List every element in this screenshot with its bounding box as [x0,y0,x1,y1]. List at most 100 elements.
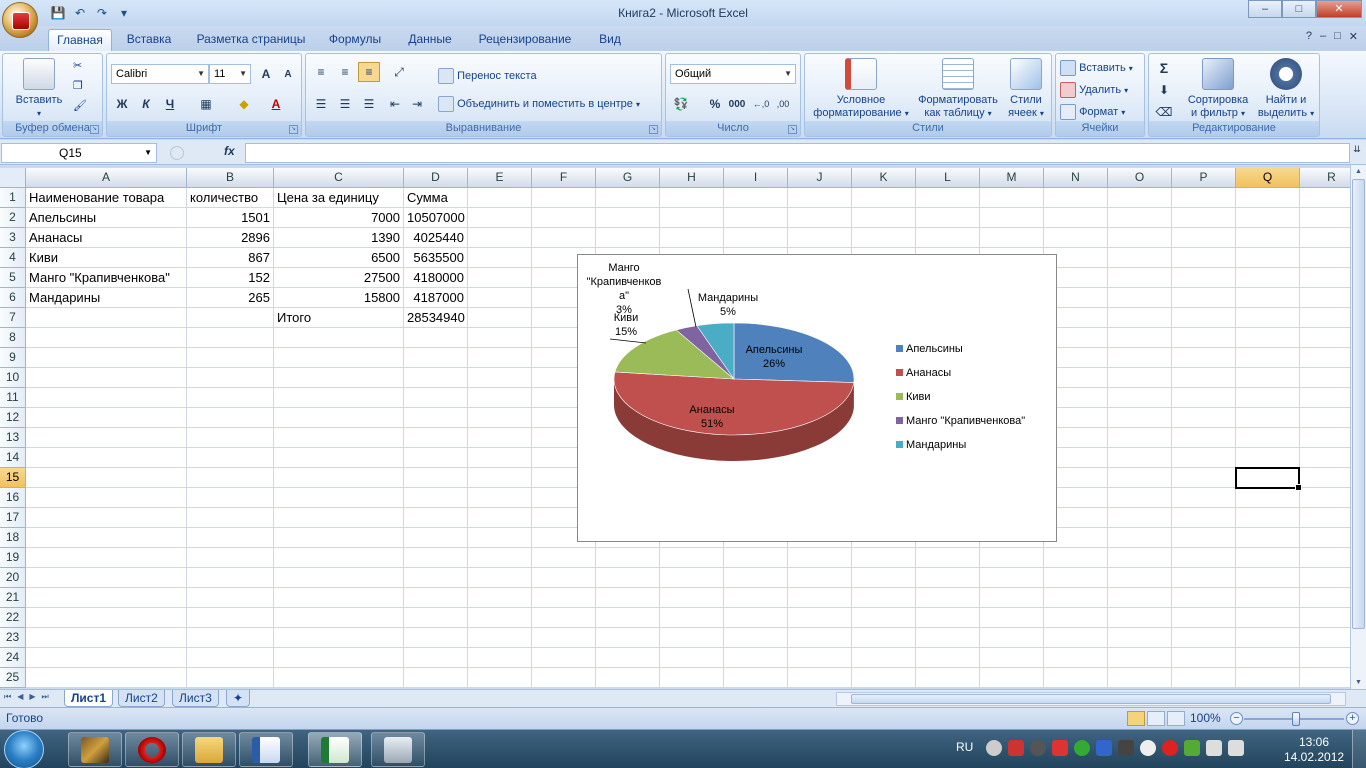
vertical-scroll-thumb[interactable] [1352,179,1365,629]
row-header-25[interactable]: 25 [0,668,26,688]
column-header-Q[interactable]: Q [1236,168,1300,188]
data-cell[interactable]: 867 [187,248,273,268]
fill-color-icon[interactable]: ◆ [233,94,255,114]
sheet-tab-1[interactable]: Лист1 [64,690,114,707]
tab-review[interactable]: Рецензирование [470,29,580,51]
increase-decimal-icon[interactable]: ←,0 [750,94,772,114]
decrease-decimal-icon[interactable]: ,00 [772,94,794,114]
row-header-9[interactable]: 9 [0,348,26,368]
tray-nvidia-icon[interactable] [1184,740,1200,756]
row-header-2[interactable]: 2 [0,208,26,228]
data-cell[interactable]: 10507000 [404,208,467,228]
cut-icon[interactable]: ✂ [73,60,82,73]
tray-flag-icon[interactable] [1052,740,1068,756]
clipboard-launcher-icon[interactable]: ↘ [90,125,99,134]
font-name-select[interactable]: Calibri ▼ [111,64,209,84]
data-cell[interactable]: 15800 [274,288,403,308]
total-value-cell[interactable]: 28534940 [404,308,467,328]
format-cells-button[interactable]: Формат ▾ [1060,104,1125,120]
tab-page-layout[interactable]: Разметка страницы [190,29,312,51]
number-launcher-icon[interactable]: ↘ [788,125,797,134]
grow-font-button[interactable]: A [255,64,277,84]
vertical-scrollbar[interactable]: ▲ ▼ [1350,165,1366,689]
column-header-M[interactable]: M [980,168,1044,188]
tray-torrent-icon[interactable] [1074,740,1090,756]
close-button[interactable]: ✕ [1316,0,1362,18]
row-header-17[interactable]: 17 [0,508,26,528]
tab-view[interactable]: Вид [590,29,630,51]
row-header-6[interactable]: 6 [0,288,26,308]
taskbar-app-game[interactable] [68,732,122,767]
tray-adobe-icon[interactable] [1008,740,1024,756]
row-header-4[interactable]: 4 [0,248,26,268]
data-cell[interactable]: 6500 [274,248,403,268]
show-desktop-button[interactable] [1352,730,1366,768]
clear-icon[interactable]: ⌫ [1153,102,1175,122]
zoom-knob[interactable] [1292,712,1300,726]
zoom-in-icon[interactable]: + [1346,712,1359,725]
align-center-icon[interactable]: ☰ [334,94,356,114]
header-cell[interactable]: Сумма [404,188,451,208]
data-cell[interactable]: 4187000 [404,288,467,308]
row-header-15[interactable]: 15 [0,468,26,488]
data-cell[interactable]: 7000 [274,208,403,228]
expand-formula-bar-icon[interactable]: ⇊ [1350,144,1364,162]
percent-button[interactable]: % [704,94,726,114]
taskbar-app-excel[interactable] [308,732,362,767]
underline-button[interactable]: Ч [159,94,181,114]
row-header-16[interactable]: 16 [0,488,26,508]
row-header-7[interactable]: 7 [0,308,26,328]
font-launcher-icon[interactable]: ↘ [289,125,298,134]
tray-media-icon[interactable] [1030,740,1046,756]
data-cell[interactable]: Манго "Крапивченкова" [26,268,173,288]
data-cell[interactable]: 4025440 [404,228,467,248]
normal-view-icon[interactable] [1127,711,1145,726]
column-header-K[interactable]: K [852,168,916,188]
copy-icon[interactable]: ❐ [73,80,83,93]
align-left-icon[interactable]: ☰ [310,94,332,114]
delete-cells-button[interactable]: Удалить ▾ [1060,82,1128,98]
select-all-corner[interactable] [0,168,26,188]
maximize-button[interactable]: □ [1282,0,1316,18]
tray-usb-icon[interactable] [1118,740,1134,756]
data-cell[interactable]: Мандарины [26,288,103,308]
horizontal-scroll-thumb[interactable] [851,694,1331,704]
row-header-10[interactable]: 10 [0,368,26,388]
tray-opera-icon[interactable] [1162,740,1178,756]
tab-formulas[interactable]: Формулы [322,29,388,51]
insert-sheet-icon[interactable]: ✦ [226,690,250,707]
data-cell[interactable]: 2896 [187,228,273,248]
paste-button[interactable]: Вставить ▾ [9,58,69,120]
fx-button[interactable]: fx [224,144,235,158]
taskbar-app-word[interactable] [239,732,293,767]
data-cell[interactable]: 265 [187,288,273,308]
row-header-5[interactable]: 5 [0,268,26,288]
zoom-out-icon[interactable]: − [1230,712,1243,725]
last-sheet-icon[interactable]: ⏭ [42,692,49,702]
zoom-slider[interactable]: − + [1230,712,1360,726]
prev-sheet-icon[interactable]: ◀ [17,692,23,702]
pie-chart[interactable]: Апельсины 26% Ананасы 51% Киви 15% Манго "Крапи… [577,254,1057,542]
row-header-18[interactable]: 18 [0,528,26,548]
spreadsheet-grid[interactable]: A B C D E F G H I J K L M N O P Q R 1 2 3 4 5 6 7 8 9 10 11 12 13 14 15 1… [0,168,1350,688]
row-header-24[interactable]: 24 [0,648,26,668]
ribbon-minimize-icon[interactable]: – [1320,30,1326,43]
sheet-tab-2[interactable]: Лист2 [118,690,165,707]
row-header-11[interactable]: 11 [0,388,26,408]
format-as-table-button[interactable]: Форматировать как таблицу ▾ [915,58,1001,120]
align-top-icon[interactable]: ≡ [310,62,332,82]
zoom-level[interactable]: 100% [1190,711,1221,725]
column-header-H[interactable]: H [660,168,724,188]
row-header-1[interactable]: 1 [0,188,26,208]
header-cell[interactable]: количество [187,188,261,208]
tray-bluetooth-icon[interactable] [1096,740,1112,756]
name-box[interactable]: Q15 ▼ [1,143,157,163]
tray-volume-icon[interactable] [1228,740,1244,756]
align-middle-icon[interactable]: ≡ [334,62,356,82]
insert-cells-button[interactable]: Вставить ▾ [1060,60,1133,76]
scroll-down-icon[interactable]: ▼ [1352,676,1365,689]
cell-styles-button[interactable]: Стили ячеек ▾ [1003,58,1049,120]
align-right-icon[interactable]: ☰ [358,94,380,114]
data-cell[interactable]: 4180000 [404,268,467,288]
column-header-I[interactable]: I [724,168,788,188]
